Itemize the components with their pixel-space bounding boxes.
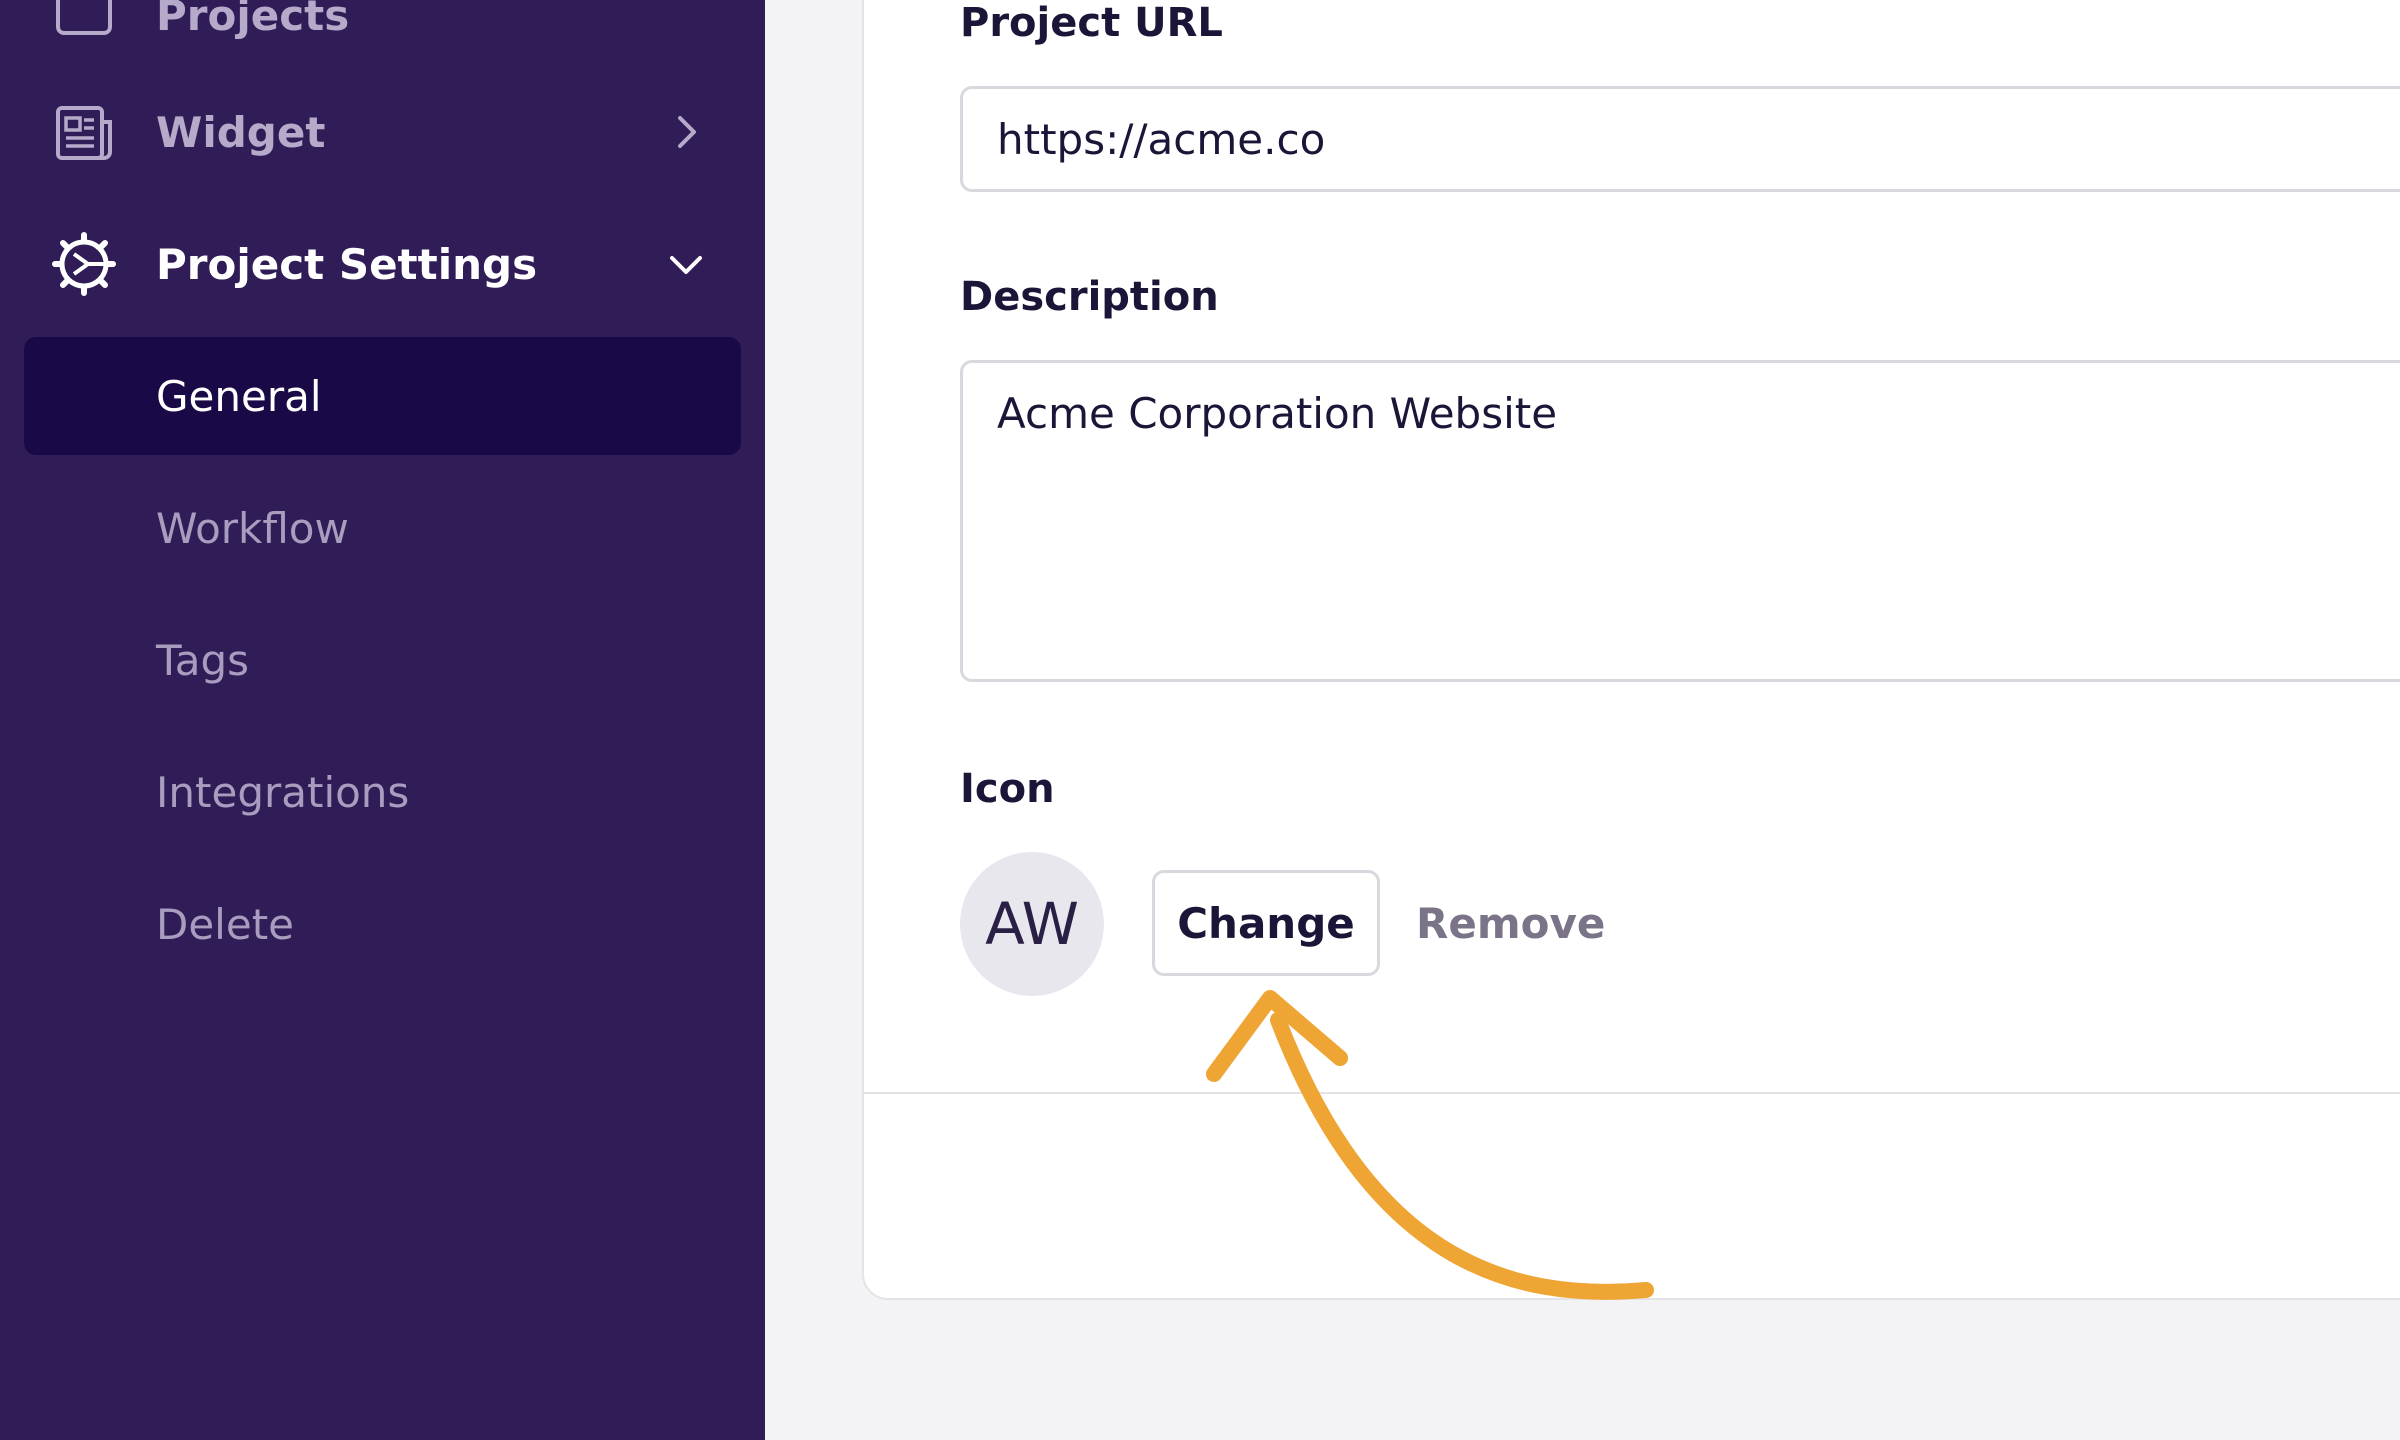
sidebar-subitem-general[interactable]: General: [24, 337, 741, 455]
sidebar-subitem-workflow[interactable]: Workflow: [24, 469, 741, 587]
sidebar-subitem-delete[interactable]: Delete: [24, 865, 741, 983]
project-icon-avatar: AW: [960, 852, 1104, 996]
sidebar-item-label: Project Settings: [156, 239, 538, 289]
description-textarea[interactable]: Acme Corporation Website: [960, 360, 2400, 682]
remove-icon-button[interactable]: Remove: [1416, 870, 1605, 976]
chevron-down-icon: [660, 238, 712, 290]
sidebar-subitem-tags[interactable]: Tags: [24, 601, 741, 719]
sidebar-subitem-label: General: [156, 371, 322, 421]
settings-gear-icon: [52, 232, 116, 296]
sidebar-subitem-label: Workflow: [156, 503, 349, 553]
sidebar-subitem-integrations[interactable]: Integrations: [24, 733, 741, 851]
icon-label: Icon: [960, 766, 1055, 812]
sidebar-subitem-label: Integrations: [156, 767, 410, 817]
projects-icon: [52, 0, 116, 47]
project-url-input[interactable]: https://acme.co: [960, 86, 2400, 192]
description-label: Description: [960, 274, 1219, 320]
sidebar: Projects Widget Project Settings General…: [0, 0, 765, 1440]
project-url-label: Project URL: [960, 0, 1223, 46]
sidebar-item-widget[interactable]: Widget: [0, 77, 765, 187]
sidebar-subitem-label: Delete: [156, 899, 294, 949]
sidebar-item-label: Projects: [156, 0, 350, 40]
annotation-arrow: [1206, 990, 1654, 1300]
change-icon-button[interactable]: Change: [1152, 870, 1380, 976]
sidebar-item-label: Widget: [156, 107, 326, 157]
chevron-right-icon: [660, 106, 712, 158]
sidebar-item-projects[interactable]: Projects: [0, 0, 765, 70]
sidebar-subitem-label: Tags: [156, 635, 249, 685]
widget-icon: [52, 100, 116, 164]
sidebar-item-project-settings[interactable]: Project Settings: [0, 209, 765, 319]
